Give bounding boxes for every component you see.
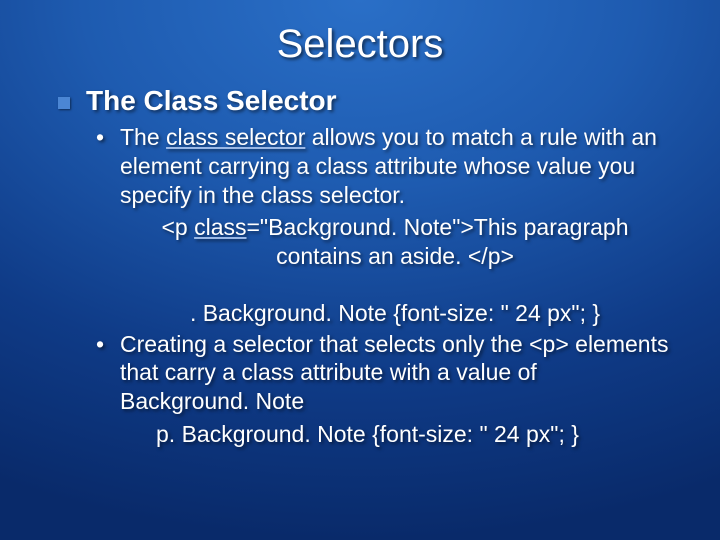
- code-example: <p class="Background. Note">This paragra…: [96, 213, 670, 271]
- slide: Selectors The Class Selector The class s…: [0, 0, 720, 540]
- bullet-item: The class selector allows you to match a…: [96, 123, 670, 209]
- underlined-text: class: [194, 214, 246, 240]
- heading-level1: The Class Selector: [58, 85, 670, 117]
- text-run: <p: [161, 214, 194, 240]
- bullet-item: Creating a selector that selects only th…: [96, 330, 670, 416]
- slide-title: Selectors: [0, 0, 720, 67]
- level2-container: The class selector allows you to match a…: [58, 123, 670, 449]
- css-rule: p. Background. Note {font-size: " 24 px"…: [96, 420, 670, 449]
- spacer: [96, 273, 670, 299]
- text-run: The: [120, 124, 166, 150]
- text-run: ="Background. Note">This paragraph conta…: [247, 214, 629, 269]
- css-rule: . Background. Note {font-size: " 24 px";…: [96, 299, 670, 328]
- slide-body: The Class Selector The class selector al…: [0, 67, 720, 449]
- underlined-text: class selector: [166, 124, 305, 150]
